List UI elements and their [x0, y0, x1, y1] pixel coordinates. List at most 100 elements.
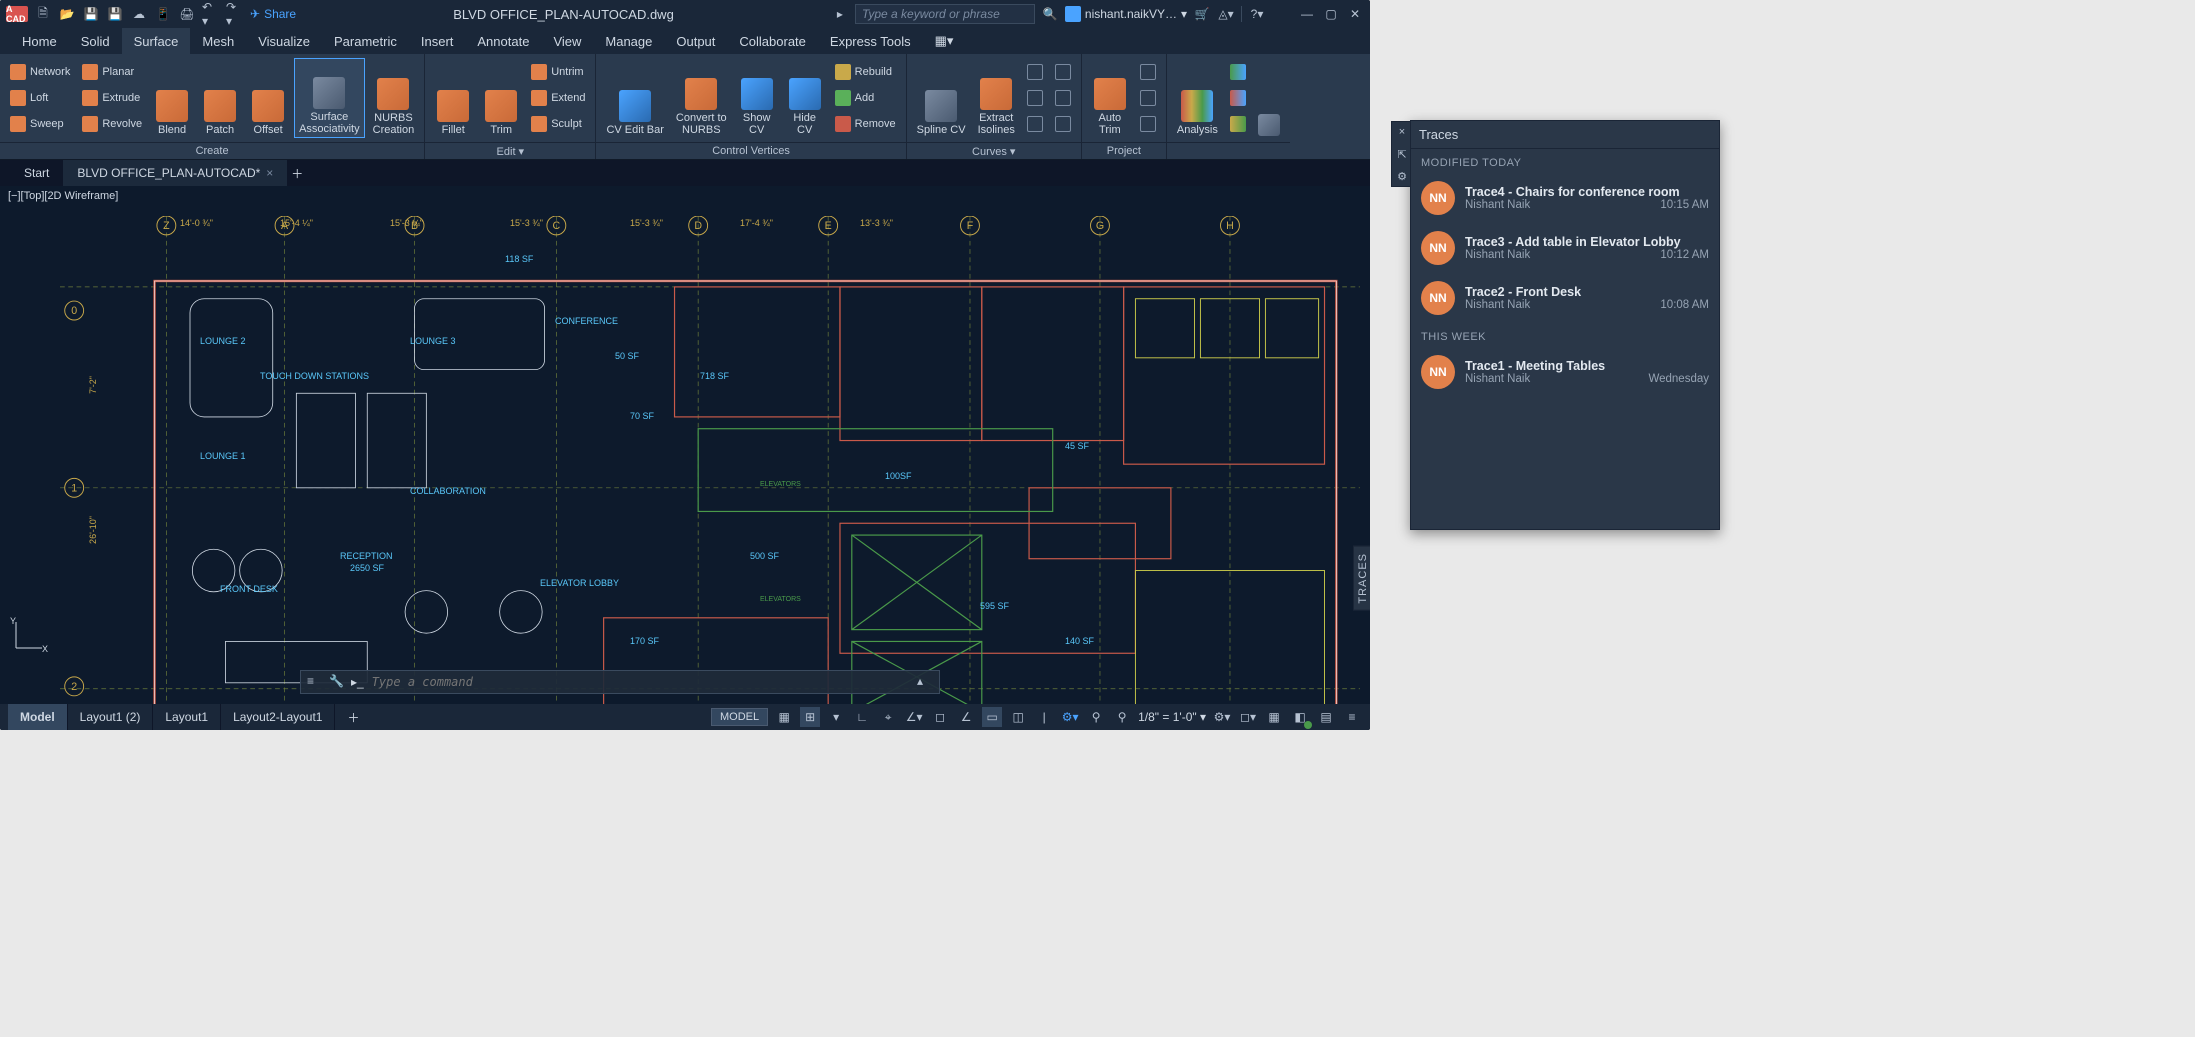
- curve-tool-3[interactable]: [1023, 112, 1047, 136]
- saveas-icon[interactable]: 💾: [106, 5, 124, 23]
- analysis-tool-3[interactable]: [1226, 112, 1250, 136]
- extend-button[interactable]: Extend: [527, 86, 589, 110]
- extract-isolines-button[interactable]: ExtractIsolines: [974, 58, 1019, 138]
- analysis-tool-1[interactable]: [1226, 60, 1250, 84]
- osnap-icon[interactable]: ◻: [930, 707, 950, 727]
- convert-nurbs-button[interactable]: Convert toNURBS: [672, 58, 731, 138]
- palette-settings-icon[interactable]: ⚙: [1392, 166, 1412, 186]
- untrim-button[interactable]: Untrim: [527, 60, 589, 84]
- layout-tab-model[interactable]: Model: [8, 704, 68, 730]
- curve-tool-1[interactable]: [1023, 60, 1047, 84]
- palette-pin-icon[interactable]: ⇱: [1392, 144, 1412, 164]
- tab-insert[interactable]: Insert: [409, 28, 466, 54]
- curve-tool-6[interactable]: [1051, 112, 1075, 136]
- analysis-more-button[interactable]: [1254, 58, 1284, 138]
- surface-associativity-button[interactable]: SurfaceAssociativity: [294, 58, 365, 138]
- undo-icon[interactable]: ↶ ▾: [202, 5, 220, 23]
- cart-icon[interactable]: 🛒: [1193, 5, 1211, 23]
- ortho-icon[interactable]: ∟: [852, 707, 872, 727]
- snap-dropdown-icon[interactable]: ▾: [826, 707, 846, 727]
- annoscale-icon[interactable]: ⚲: [1112, 707, 1132, 727]
- app-switcher-icon[interactable]: ◬▾: [1217, 5, 1235, 23]
- otrack-icon[interactable]: ∠: [956, 707, 976, 727]
- open-icon[interactable]: 📂: [58, 5, 76, 23]
- annomonitor-icon[interactable]: ⚲: [1086, 707, 1106, 727]
- doctab-start[interactable]: Start: [10, 160, 63, 186]
- spline-cv-button[interactable]: Spline CV: [913, 58, 970, 138]
- grid-icon[interactable]: ▦: [774, 707, 794, 727]
- scale-display[interactable]: 1/8" = 1'-0" ▾: [1138, 710, 1206, 724]
- close-icon[interactable]: ✕: [1346, 5, 1364, 23]
- new-icon[interactable]: 🗎: [34, 5, 52, 23]
- trace-item-3[interactable]: NN Trace3 - Add table in Elevator Lobby …: [1411, 223, 1719, 273]
- nurbs-creation-button[interactable]: NURBSCreation: [369, 58, 419, 138]
- lineweight-icon[interactable]: ▭: [982, 707, 1002, 727]
- remove-cv-button[interactable]: Remove: [831, 112, 900, 136]
- traces-side-tab[interactable]: TRACES: [1353, 546, 1370, 611]
- view-controls-label[interactable]: [−][Top][2D Wireframe]: [8, 190, 118, 202]
- sweep-button[interactable]: Sweep: [6, 112, 74, 136]
- hide-cv-button[interactable]: HideCV: [783, 58, 827, 138]
- customize-icon[interactable]: ▤: [1316, 707, 1336, 727]
- loft-button[interactable]: Loft: [6, 86, 74, 110]
- cv-edit-bar-button[interactable]: CV Edit Bar: [602, 58, 667, 138]
- command-expand-icon[interactable]: ▴: [917, 674, 933, 690]
- share-button[interactable]: ✈Share: [250, 7, 296, 21]
- doctab-close-icon[interactable]: ×: [266, 166, 273, 180]
- workspace-icon[interactable]: ⚙▾: [1060, 707, 1080, 727]
- project-tool-3[interactable]: [1136, 112, 1160, 136]
- isolate-icon[interactable]: ◻▾: [1238, 707, 1258, 727]
- analysis-button[interactable]: Analysis: [1173, 58, 1222, 138]
- plot-icon[interactable]: 🖨: [178, 5, 196, 23]
- search-input[interactable]: Type a keyword or phrase: [855, 4, 1035, 24]
- menu-icon[interactable]: ≡: [1342, 707, 1362, 727]
- polar-icon[interactable]: ⌖: [878, 707, 898, 727]
- project-tool-2[interactable]: [1136, 86, 1160, 110]
- command-line[interactable]: ≡ 🔧 ▸_ ▴: [300, 670, 940, 694]
- modelspace-toggle[interactable]: MODEL: [711, 708, 768, 726]
- trace-item-4[interactable]: NN Trace4 - Chairs for conference room N…: [1411, 173, 1719, 223]
- palette-close-icon[interactable]: ×: [1392, 122, 1412, 142]
- network-button[interactable]: Network: [6, 60, 74, 84]
- app-menu-button[interactable]: A CAD: [6, 6, 28, 22]
- offset-button[interactable]: Offset: [246, 58, 290, 138]
- command-input[interactable]: [370, 674, 911, 690]
- maximize-icon[interactable]: ▢: [1322, 5, 1340, 23]
- add-cv-button[interactable]: Add: [831, 86, 900, 110]
- blend-button[interactable]: Blend: [150, 58, 194, 138]
- trace-item-1[interactable]: NN Trace1 - Meeting Tables Nishant NaikW…: [1411, 347, 1719, 397]
- layout-tab-2[interactable]: Layout1: [153, 704, 221, 730]
- tab-collaborate[interactable]: Collaborate: [727, 28, 818, 54]
- minimize-icon[interactable]: —: [1298, 5, 1316, 23]
- tab-view[interactable]: View: [541, 28, 593, 54]
- planar-button[interactable]: Planar: [78, 60, 146, 84]
- revolve-button[interactable]: Revolve: [78, 112, 146, 136]
- tab-featured[interactable]: ▦▾: [923, 28, 966, 54]
- user-menu[interactable]: nishant.naikVY…▾: [1065, 6, 1187, 22]
- panel-edit-title[interactable]: Edit ▾: [425, 142, 595, 159]
- tab-mesh[interactable]: Mesh: [190, 28, 246, 54]
- search-icon[interactable]: 🔍: [1041, 5, 1059, 23]
- extrude-button[interactable]: Extrude: [78, 86, 146, 110]
- tab-parametric[interactable]: Parametric: [322, 28, 409, 54]
- isodraft-icon[interactable]: ∠▾: [904, 707, 924, 727]
- title-play-icon[interactable]: ▸: [831, 5, 849, 23]
- layout-tab-3[interactable]: Layout2-Layout1: [221, 704, 335, 730]
- show-cv-button[interactable]: ShowCV: [735, 58, 779, 138]
- curve-tool-4[interactable]: [1051, 60, 1075, 84]
- trim-button[interactable]: Trim: [479, 58, 523, 138]
- hardware-accel-icon[interactable]: ▦: [1264, 707, 1284, 727]
- doctab-active[interactable]: BLVD OFFICE_PLAN-AUTOCAD*×: [63, 160, 287, 186]
- tab-visualize[interactable]: Visualize: [246, 28, 322, 54]
- tab-manage[interactable]: Manage: [593, 28, 664, 54]
- redo-icon[interactable]: ↷ ▾: [226, 5, 244, 23]
- layout-tab-new[interactable]: ＋: [335, 704, 371, 730]
- rebuild-button[interactable]: Rebuild: [831, 60, 900, 84]
- layout-tab-1[interactable]: Layout1 (2): [68, 704, 154, 730]
- curve-tool-5[interactable]: [1051, 86, 1075, 110]
- curve-tool-2[interactable]: [1023, 86, 1047, 110]
- tab-surface[interactable]: Surface: [122, 28, 191, 54]
- cleanscreen-icon[interactable]: ◧: [1290, 707, 1310, 727]
- gear-icon[interactable]: ⚙▾: [1212, 707, 1232, 727]
- tab-home[interactable]: Home: [10, 28, 69, 54]
